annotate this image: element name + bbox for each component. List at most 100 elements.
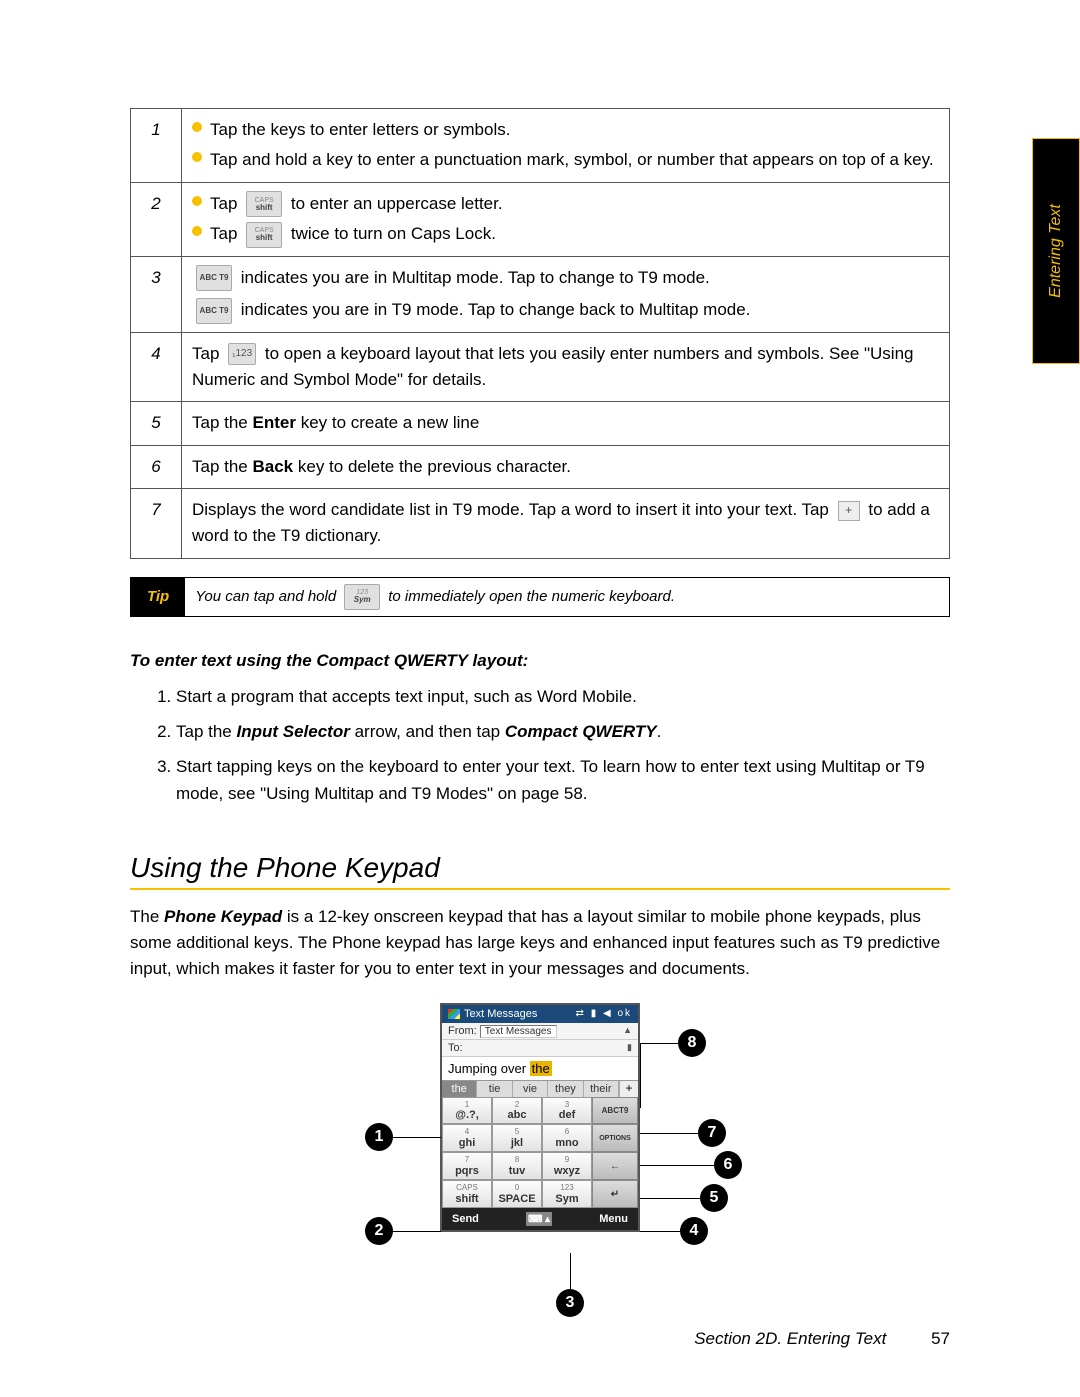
phone-mockup: Text Messages ⇄ ▮ ◀ ok From: Text Messag… <box>440 1003 640 1233</box>
text: key to delete the previous character. <box>293 457 571 476</box>
phone-title: Text Messages <box>464 1008 537 1020</box>
callout-badge: 8 <box>678 1029 706 1057</box>
text: indicates you are in Multitap mode. Tap … <box>241 268 710 287</box>
emphasis: Input Selector <box>237 722 350 741</box>
page: Entering Text 1 Tap the keys to enter le… <box>0 0 1080 1397</box>
phone-keypad-grid: 1@.?, 2abc 3def ABCT9 4ghi 5jkl 6mno OPT… <box>442 1097 638 1209</box>
text: The <box>130 907 164 926</box>
callout-line <box>640 1165 716 1166</box>
text: . <box>657 722 662 741</box>
steps-list: Start a program that accepts text input,… <box>130 683 950 808</box>
row-content: Tap the Back key to delete the previous … <box>182 445 950 488</box>
bullet-text: Tap the keys to enter letters or symbols… <box>210 117 510 143</box>
callout-badge: 7 <box>698 1119 726 1147</box>
step-item: Start tapping keys on the keyboard to en… <box>176 753 950 807</box>
callout-badge: 1 <box>365 1123 393 1151</box>
keypad-key-shift: CAPSshift <box>442 1180 492 1208</box>
bullet-icon <box>192 226 202 236</box>
entry-highlight: the <box>530 1061 552 1076</box>
keypad-key: 8tuv <box>492 1152 542 1180</box>
candidate-row: the tie vie they their + <box>442 1080 638 1097</box>
text: Tap <box>210 224 242 243</box>
tip-label: Tip <box>131 578 185 616</box>
key-name: Back <box>253 457 294 476</box>
caps-shift-key-icon: CAPSshift <box>246 191 282 217</box>
row-content: Tap CAPSshift to enter an uppercase lett… <box>182 182 950 256</box>
callout-badge: 4 <box>680 1217 708 1245</box>
candidate-word: vie <box>513 1081 548 1097</box>
emphasis: Phone Keypad <box>164 907 282 926</box>
text: key to create a new line <box>296 413 479 432</box>
text: indicates you are in T9 mode. Tap to cha… <box>241 300 751 319</box>
row-content: Displays the word candidate list in T9 m… <box>182 489 950 559</box>
bullet-icon <box>192 152 202 162</box>
keypad-key-space: 0SPACE <box>492 1180 542 1208</box>
keypad-key-sym: 123Sym <box>542 1180 592 1208</box>
text: You can tap and hold <box>195 588 336 605</box>
row-number: 1 <box>131 109 182 183</box>
candidate-word: they <box>548 1081 583 1097</box>
text: Tap the <box>192 413 253 432</box>
bullet-icon <box>192 122 202 132</box>
from-label: From: <box>448 1025 477 1037</box>
row-number: 4 <box>131 332 182 402</box>
footer-section: Section 2D. Entering Text <box>694 1329 886 1348</box>
keypad-key: 7pqrs <box>442 1152 492 1180</box>
footer-page-number: 57 <box>931 1329 950 1348</box>
keypad-key: 1@.?, <box>442 1097 492 1125</box>
step-item: Tap the Input Selector arrow, and then t… <box>176 718 950 745</box>
side-key-options: OPTIONS <box>592 1124 638 1152</box>
text: to open a keyboard layout that lets you … <box>192 344 914 389</box>
bottom-menu: Menu <box>599 1213 628 1225</box>
side-key-backspace-icon: ← <box>592 1152 638 1180</box>
row-content: Tap ₁123 to open a keyboard layout that … <box>182 332 950 402</box>
plus-icon: + <box>838 501 860 521</box>
entry-text: Jumping over <box>448 1061 530 1076</box>
phone-titlebar: Text Messages ⇄ ▮ ◀ ok <box>442 1005 638 1023</box>
abc-t9-mode-icon: ABC T9 <box>196 265 232 291</box>
page-footer: Section 2D. Entering Text 57 <box>694 1329 950 1349</box>
side-tab: Entering Text <box>1032 138 1080 364</box>
callout-badge: 2 <box>365 1217 393 1245</box>
keypad-key: 9wxyz <box>542 1152 592 1180</box>
callout-badge: 6 <box>714 1151 742 1179</box>
text: Start a program that accepts text input,… <box>176 687 637 706</box>
step-item: Start a program that accepts text input,… <box>176 683 950 710</box>
row-content: Tap the Enter key to create a new line <box>182 402 950 445</box>
to-bar: To: ▮ <box>442 1040 638 1057</box>
callout-line <box>570 1253 571 1293</box>
text: to immediately open the numeric keyboard… <box>388 588 675 605</box>
text: Tap <box>192 344 224 363</box>
caps-shift-key-icon: CAPSshift <box>246 222 282 248</box>
row-number: 2 <box>131 182 182 256</box>
row-content: Tap the keys to enter letters or symbols… <box>182 109 950 183</box>
from-value: Text Messages <box>480 1025 557 1038</box>
section-paragraph: The Phone Keypad is a 12-key onscreen ke… <box>130 904 950 983</box>
callout-badge: 5 <box>700 1184 728 1212</box>
row-number: 7 <box>131 489 182 559</box>
numeric-123-key-icon: ₁123 <box>228 343 256 365</box>
keypad-key: 4ghi <box>442 1124 492 1152</box>
bottom-send: Send <box>452 1213 479 1225</box>
text-fragment: Tap CAPSshift to enter an uppercase lett… <box>210 191 503 218</box>
scroll-thumb-icon: ▮ <box>627 1042 632 1054</box>
side-key-enter-icon: ↵ <box>592 1180 638 1208</box>
text: twice to turn on Caps Lock. <box>291 224 496 243</box>
text: arrow, and then tap <box>350 722 505 741</box>
keypad-key: 5jkl <box>492 1124 542 1152</box>
keypad-key: 6mno <box>542 1124 592 1152</box>
side-tab-label: Entering Text <box>1047 204 1065 298</box>
callout-line <box>640 1198 702 1199</box>
section-rule <box>130 888 950 890</box>
candidate-plus-icon: + <box>619 1081 638 1097</box>
row-number: 5 <box>131 402 182 445</box>
section-heading: Using the Phone Keypad <box>130 852 950 884</box>
status-icons: ⇄ ▮ ◀ ok <box>576 1008 632 1019</box>
row-number: 3 <box>131 256 182 332</box>
scroll-up-icon: ▲ <box>623 1025 632 1037</box>
side-key-mode: ABCT9 <box>592 1097 638 1125</box>
callout-badge: 3 <box>556 1289 584 1317</box>
text: Start tapping keys on the keyboard to en… <box>176 757 925 803</box>
phone-bottom-bar: Send ⌨ ▴ Menu <box>442 1208 638 1230</box>
callout-line <box>393 1137 441 1138</box>
